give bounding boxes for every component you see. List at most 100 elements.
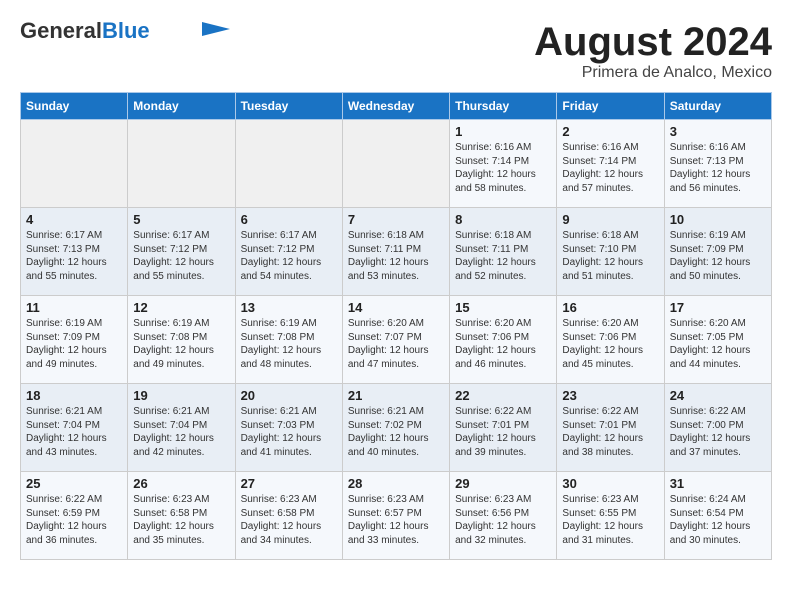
day-number: 15 (455, 300, 551, 315)
calendar-day-cell: 30Sunrise: 6:23 AM Sunset: 6:55 PM Dayli… (557, 472, 664, 560)
day-number: 23 (562, 388, 658, 403)
day-info: Sunrise: 6:23 AM Sunset: 6:58 PM Dayligh… (133, 493, 229, 547)
calendar-day-cell: 3Sunrise: 6:16 AM Sunset: 7:13 PM Daylig… (664, 120, 771, 208)
calendar-day-cell: 27Sunrise: 6:23 AM Sunset: 6:58 PM Dayli… (235, 472, 342, 560)
day-number: 31 (670, 476, 766, 491)
calendar-day-cell: 19 Sunrise: 6:21 AM Sunset: 7:04 PM Dayli… (128, 384, 235, 472)
location-subtitle: Primera de Analco, Mexico (534, 64, 772, 82)
calendar-day-cell: 8 Sunrise: 6:18 AM Sunset: 7:11 PM Daylig… (450, 208, 557, 296)
logo-text: GeneralBlue (20, 20, 150, 42)
calendar-day-cell: 17 Sunrise: 6:20 AM Sunset: 7:05 PM Dayli… (664, 296, 771, 384)
calendar-week-row: 18 Sunrise: 6:21 AM Sunset: 7:04 PM Dayli… (21, 384, 772, 472)
day-number: 18 (26, 388, 122, 403)
day-info: Sunrise: 6:20 AM Sunset: 7:06 PM Dayligh… (562, 317, 658, 371)
day-number: 29 (455, 476, 551, 491)
calendar-day-cell: 13Sunrise: 6:19 AM Sunset: 7:08 PM Dayli… (235, 296, 342, 384)
day-info: Sunrise: 6:20 AM Sunset: 7:05 PM Dayligh… (670, 317, 766, 371)
day-info: Sunrise: 6:21 AM Sunset: 7:04 PM Dayligh… (133, 405, 229, 459)
weekday-header-cell: Thursday (450, 93, 557, 120)
month-title: August 2024 (534, 20, 772, 64)
calendar-day-cell: 21 Sunrise: 6:21 AM Sunset: 7:02 PM Dayli… (342, 384, 449, 472)
day-info: Sunrise: 6:21 AM Sunset: 7:04 PM Dayligh… (26, 405, 122, 459)
calendar-day-cell (128, 120, 235, 208)
day-number: 6 (241, 212, 337, 227)
day-info: Sunrise: 6:16 AM Sunset: 7:14 PM Dayligh… (455, 141, 551, 195)
calendar-day-cell: 20 Sunrise: 6:21 AM Sunset: 7:03 PM Dayli… (235, 384, 342, 472)
calendar-day-cell: 23 Sunrise: 6:22 AM Sunset: 7:01 PM Dayli… (557, 384, 664, 472)
day-info: Sunrise: 6:21 AM Sunset: 7:03 PM Dayligh… (241, 405, 337, 459)
day-info: Sunrise: 6:20 AM Sunset: 7:06 PM Dayligh… (455, 317, 551, 371)
day-info: Sunrise: 6:16 AM Sunset: 7:13 PM Dayligh… (670, 141, 766, 195)
day-info: Sunrise: 6:16 AM Sunset: 7:14 PM Dayligh… (562, 141, 658, 195)
day-number: 7 (348, 212, 444, 227)
logo: GeneralBlue (20, 20, 230, 42)
weekday-header-cell: Friday (557, 93, 664, 120)
calendar-day-cell: 16 Sunrise: 6:20 AM Sunset: 7:06 PM Dayli… (557, 296, 664, 384)
day-info: Sunrise: 6:21 AM Sunset: 7:02 PM Dayligh… (348, 405, 444, 459)
weekday-header-cell: Sunday (21, 93, 128, 120)
day-number: 28 (348, 476, 444, 491)
day-info: Sunrise: 6:22 AM Sunset: 7:01 PM Dayligh… (562, 405, 658, 459)
day-info: Sunrise: 6:24 AM Sunset: 6:54 PM Dayligh… (670, 493, 766, 547)
calendar-day-cell (235, 120, 342, 208)
calendar-day-cell: 9Sunrise: 6:18 AM Sunset: 7:10 PM Daylig… (557, 208, 664, 296)
page-header: GeneralBlue August 2024 Primera de Analc… (20, 20, 772, 82)
day-info: Sunrise: 6:17 AM Sunset: 7:13 PM Dayligh… (26, 229, 122, 283)
day-info: Sunrise: 6:20 AM Sunset: 7:07 PM Dayligh… (348, 317, 444, 371)
calendar-body: 1 Sunrise: 6:16 AM Sunset: 7:14 PM Daylig… (21, 120, 772, 560)
logo-icon (202, 22, 230, 36)
day-number: 4 (26, 212, 122, 227)
calendar-day-cell (21, 120, 128, 208)
calendar-day-cell: 12 Sunrise: 6:19 AM Sunset: 7:08 PM Dayli… (128, 296, 235, 384)
day-info: Sunrise: 6:17 AM Sunset: 7:12 PM Dayligh… (133, 229, 229, 283)
day-info: Sunrise: 6:19 AM Sunset: 7:08 PM Dayligh… (241, 317, 337, 371)
calendar-day-cell: 5 Sunrise: 6:17 AM Sunset: 7:12 PM Daylig… (128, 208, 235, 296)
calendar-week-row: 1 Sunrise: 6:16 AM Sunset: 7:14 PM Daylig… (21, 120, 772, 208)
day-number: 25 (26, 476, 122, 491)
calendar-day-cell: 28 Sunrise: 6:23 AM Sunset: 6:57 PM Dayli… (342, 472, 449, 560)
day-number: 14 (348, 300, 444, 315)
day-info: Sunrise: 6:18 AM Sunset: 7:11 PM Dayligh… (455, 229, 551, 283)
calendar-day-cell: 14 Sunrise: 6:20 AM Sunset: 7:07 PM Dayli… (342, 296, 449, 384)
day-info: Sunrise: 6:19 AM Sunset: 7:09 PM Dayligh… (670, 229, 766, 283)
day-number: 30 (562, 476, 658, 491)
day-info: Sunrise: 6:19 AM Sunset: 7:08 PM Dayligh… (133, 317, 229, 371)
day-info: Sunrise: 6:22 AM Sunset: 6:59 PM Dayligh… (26, 493, 122, 547)
calendar-week-row: 11 Sunrise: 6:19 AM Sunset: 7:09 PM Dayli… (21, 296, 772, 384)
calendar-day-cell: 26 Sunrise: 6:23 AM Sunset: 6:58 PM Dayli… (128, 472, 235, 560)
day-number: 19 (133, 388, 229, 403)
calendar-day-cell: 18 Sunrise: 6:21 AM Sunset: 7:04 PM Dayli… (21, 384, 128, 472)
calendar-day-cell: 6 Sunrise: 6:17 AM Sunset: 7:12 PM Daylig… (235, 208, 342, 296)
calendar-day-cell: 11 Sunrise: 6:19 AM Sunset: 7:09 PM Dayli… (21, 296, 128, 384)
day-number: 16 (562, 300, 658, 315)
day-number: 10 (670, 212, 766, 227)
calendar-week-row: 25 Sunrise: 6:22 AM Sunset: 6:59 PM Dayli… (21, 472, 772, 560)
day-info: Sunrise: 6:23 AM Sunset: 6:56 PM Dayligh… (455, 493, 551, 547)
calendar-week-row: 4 Sunrise: 6:17 AM Sunset: 7:13 PM Daylig… (21, 208, 772, 296)
day-number: 1 (455, 124, 551, 139)
day-number: 20 (241, 388, 337, 403)
calendar-day-cell: 25 Sunrise: 6:22 AM Sunset: 6:59 PM Dayli… (21, 472, 128, 560)
day-info: Sunrise: 6:23 AM Sunset: 6:57 PM Dayligh… (348, 493, 444, 547)
day-number: 2 (562, 124, 658, 139)
day-number: 5 (133, 212, 229, 227)
weekday-header-cell: Monday (128, 93, 235, 120)
day-info: Sunrise: 6:22 AM Sunset: 7:01 PM Dayligh… (455, 405, 551, 459)
day-number: 11 (26, 300, 122, 315)
day-info: Sunrise: 6:22 AM Sunset: 7:00 PM Dayligh… (670, 405, 766, 459)
weekday-header-cell: Saturday (664, 93, 771, 120)
calendar-day-cell: 15 Sunrise: 6:20 AM Sunset: 7:06 PM Dayli… (450, 296, 557, 384)
day-info: Sunrise: 6:19 AM Sunset: 7:09 PM Dayligh… (26, 317, 122, 371)
weekday-header-cell: Wednesday (342, 93, 449, 120)
day-number: 26 (133, 476, 229, 491)
day-number: 12 (133, 300, 229, 315)
calendar-day-cell: 10 Sunrise: 6:19 AM Sunset: 7:09 PM Dayli… (664, 208, 771, 296)
day-info: Sunrise: 6:17 AM Sunset: 7:12 PM Dayligh… (241, 229, 337, 283)
day-number: 17 (670, 300, 766, 315)
day-number: 21 (348, 388, 444, 403)
day-number: 8 (455, 212, 551, 227)
day-number: 24 (670, 388, 766, 403)
calendar-day-cell: 4 Sunrise: 6:17 AM Sunset: 7:13 PM Daylig… (21, 208, 128, 296)
calendar-day-cell: 29 Sunrise: 6:23 AM Sunset: 6:56 PM Dayli… (450, 472, 557, 560)
day-info: Sunrise: 6:23 AM Sunset: 6:58 PM Dayligh… (241, 493, 337, 547)
